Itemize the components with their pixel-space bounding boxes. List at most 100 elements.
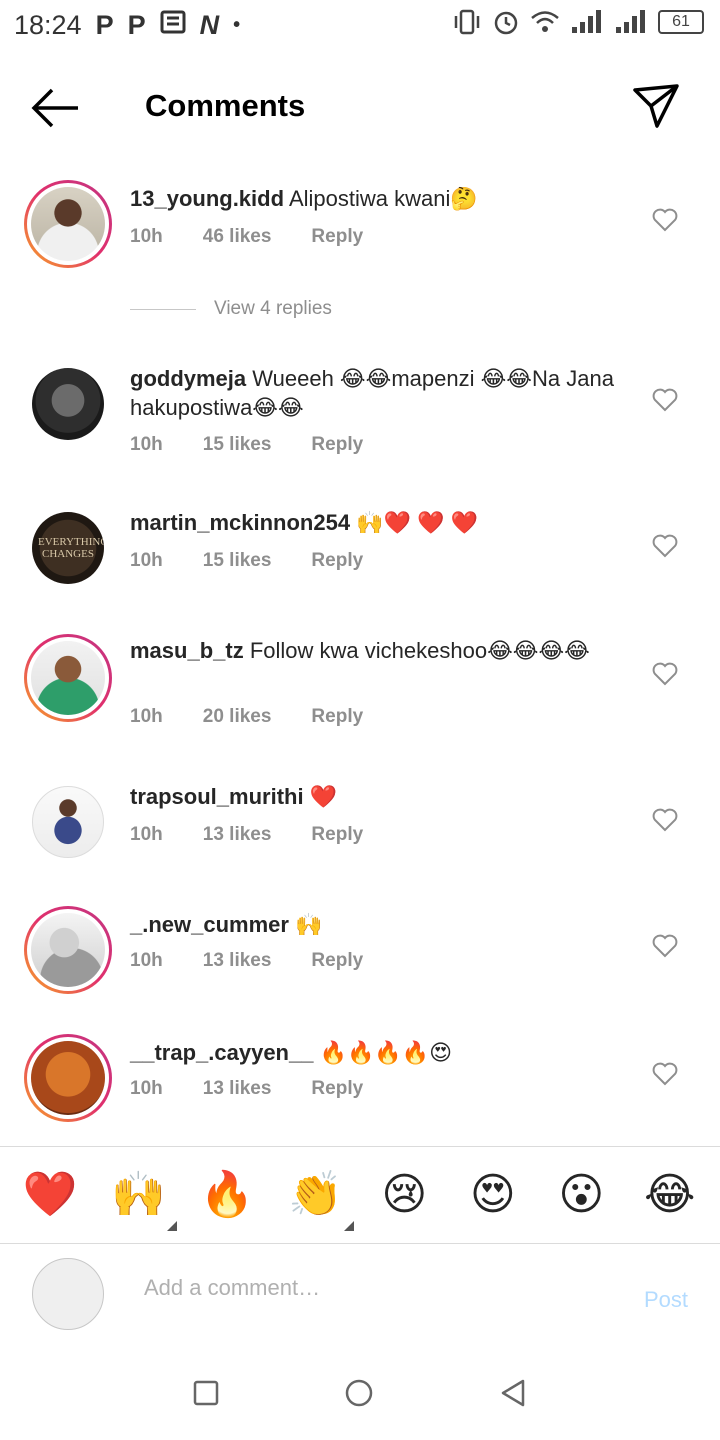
header: Comments [0, 70, 720, 146]
notification-icons: P P N • [96, 10, 241, 41]
divider [130, 308, 196, 310]
comment-time: 10h [130, 1078, 163, 1099]
emoji-clapping[interactable]: 👏 [284, 1170, 354, 1231]
comment-username[interactable]: _.new_cummer [130, 912, 289, 937]
comment-likes[interactable]: 13 likes [203, 824, 272, 846]
heart-icon[interactable] [652, 1062, 678, 1086]
skin-tone-indicator-icon [166, 1221, 177, 1231]
reply-button[interactable]: Reply [311, 950, 363, 972]
comment-text: masu_b_tz Follow kwa vichekeshoo😂😂😂😂 [130, 636, 620, 665]
emoji-laughing[interactable]: 😂 [638, 1173, 702, 1217]
wifi-icon [531, 11, 559, 32]
n-app-icon: N [199, 9, 220, 40]
signal-icon [572, 10, 601, 33]
emoji-heart-eyes[interactable]: 😍 [461, 1173, 525, 1217]
comment-body: 🙌❤️ ❤️ ❤️ [356, 510, 478, 535]
emoji-bar: ❤️ 🙌 🔥 👏 😢 😍 😮 😂 [0, 1146, 720, 1244]
comment-meta: 10h 15 likes Reply [130, 434, 403, 456]
view-replies-button[interactable]: View 4 replies [130, 298, 332, 320]
comment-time: 10h [130, 226, 163, 247]
comment-text: trapsoul_murithi ❤️ [130, 782, 620, 811]
comment-username[interactable]: martin_mckinnon254 [130, 510, 350, 535]
comment-meta: 10h 13 likes Reply [130, 1078, 403, 1100]
avatar[interactable] [32, 786, 104, 858]
back-icon[interactable] [499, 1378, 527, 1408]
comment-likes[interactable]: 13 likes [203, 950, 272, 972]
comment-time: 10h [130, 706, 163, 727]
status-bar: 18:24 P P N • 61 [0, 0, 720, 50]
avatar[interactable] [32, 368, 104, 440]
battery-indicator: 61 [658, 10, 704, 34]
reply-button[interactable]: Reply [311, 226, 363, 248]
comment-text: goddymeja Wueeeh 😂😂mapenzi 😂😂Na Jana hak… [130, 364, 620, 422]
emoji-surprised[interactable]: 😮 [549, 1173, 613, 1217]
comment-text: __trap_.cayyen__ 🔥🔥🔥🔥😍 [130, 1038, 620, 1067]
comment-text: 13_young.kidd Alipostiwa kwani🤔 [130, 184, 620, 213]
comment-text: martin_mckinnon254 🙌❤️ ❤️ ❤️ [130, 508, 620, 537]
comment-username[interactable]: 13_young.kidd [130, 186, 284, 211]
comment-meta: 10h 20 likes Reply [130, 706, 403, 728]
comment-likes[interactable]: 13 likes [203, 1078, 272, 1100]
avatar[interactable] [24, 634, 112, 722]
send-icon[interactable] [632, 82, 680, 130]
comment-input[interactable] [144, 1275, 604, 1301]
reply-button[interactable]: Reply [311, 434, 363, 456]
comment-composer: Post [0, 1245, 720, 1345]
avatar[interactable] [24, 906, 112, 994]
comment-time: 10h [130, 434, 163, 455]
reply-button[interactable]: Reply [311, 824, 363, 846]
comment-body: Follow kwa vichekeshoo😂😂😂😂 [249, 638, 590, 663]
comment-meta: 10h 15 likes Reply [130, 550, 403, 572]
reply-button[interactable]: Reply [311, 550, 363, 572]
post-button[interactable]: Post [644, 1287, 688, 1313]
comment-time: 10h [130, 550, 163, 571]
comment-text: _.new_cummer 🙌 [130, 910, 620, 939]
view-replies-label: View 4 replies [214, 298, 332, 319]
comment-username[interactable]: goddymeja [130, 366, 246, 391]
comment-username[interactable]: __trap_.cayyen__ [130, 1040, 313, 1065]
comment-body: Alipostiwa kwani🤔 [288, 186, 478, 211]
avatar[interactable] [24, 180, 112, 268]
heart-icon[interactable] [652, 534, 678, 558]
emoji-raised-hands[interactable]: 🙌 [107, 1173, 177, 1231]
comment-body: ❤️ [309, 784, 338, 809]
comment-body: 🔥🔥🔥🔥😍 [319, 1040, 453, 1065]
comment-likes[interactable]: 20 likes [203, 706, 272, 728]
comment-likes[interactable]: 15 likes [203, 434, 272, 456]
heart-icon[interactable] [652, 808, 678, 832]
comment-body: 🙌 [295, 912, 323, 937]
emoji-clapping-glyph: 👏 [288, 1170, 344, 1219]
heart-icon[interactable] [652, 934, 678, 958]
dot-icon: • [233, 13, 241, 36]
skin-tone-indicator-icon [343, 1221, 354, 1231]
reply-button[interactable]: Reply [311, 706, 363, 728]
recents-icon[interactable] [193, 1380, 219, 1406]
my-avatar [32, 1258, 104, 1330]
comment-likes[interactable]: 46 likes [203, 226, 272, 248]
comment-time: 10h [130, 950, 163, 971]
home-icon[interactable] [344, 1378, 374, 1408]
comment-username[interactable]: trapsoul_murithi [130, 784, 304, 809]
vibrate-icon [454, 9, 480, 35]
emoji-crying[interactable]: 😢 [372, 1173, 436, 1217]
reply-button[interactable]: Reply [311, 1078, 363, 1100]
comment-username[interactable]: masu_b_tz [130, 638, 244, 663]
emoji-fire[interactable]: 🔥 [195, 1173, 259, 1217]
p-app-icon: P [127, 9, 146, 40]
heart-icon[interactable] [652, 662, 678, 686]
comment-meta: 10h 46 likes Reply [130, 226, 403, 248]
heart-icon[interactable] [652, 388, 678, 412]
emoji-heart[interactable]: ❤️ [18, 1173, 82, 1217]
comment-meta: 10h 13 likes Reply [130, 824, 403, 846]
comment-likes[interactable]: 15 likes [203, 550, 272, 572]
heart-icon[interactable] [652, 208, 678, 232]
avatar[interactable] [24, 1034, 112, 1122]
comment-meta: 10h 13 likes Reply [130, 950, 403, 972]
back-arrow-icon[interactable] [30, 86, 82, 130]
system-nav-bar [0, 1345, 720, 1440]
p-app-icon: P [95, 9, 114, 40]
news-icon [160, 10, 186, 41]
page-title: Comments [145, 88, 306, 123]
avatar[interactable]: EVERYTHING CHANGES [32, 512, 104, 584]
signal-icon [616, 10, 645, 33]
